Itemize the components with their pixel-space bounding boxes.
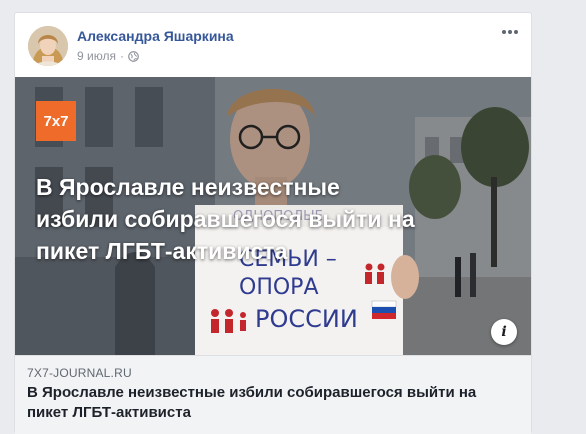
meta-separator: · <box>119 49 124 63</box>
globe-icon[interactable] <box>128 50 139 62</box>
site-logo: 7x7 <box>36 101 76 141</box>
post-image[interactable]: 7x7 ОДНОПОЛЫЕ СЕМЬИ – ОПОРА РОССИИ В Яро… <box>15 77 531 355</box>
sign-line-3: РОССИИ <box>255 305 358 333</box>
sign-line-2: ОПОРА <box>239 275 319 300</box>
avatar-image <box>28 26 68 66</box>
image-headline: В Ярославле неизвестные избили собиравше… <box>36 174 415 264</box>
link-title[interactable]: В Ярославле неизвестные избили собиравше… <box>27 383 517 423</box>
avatar[interactable] <box>28 26 68 66</box>
author-name[interactable]: Александра Яшаркина <box>77 28 234 44</box>
more-options-icon[interactable] <box>499 25 521 39</box>
post-card: Александра Яшаркина 9 июля · 7x7 ОДНОПОЛ… <box>14 12 532 434</box>
post-date[interactable]: 9 июля <box>77 49 116 63</box>
info-icon[interactable]: i <box>491 319 517 345</box>
link-domain: 7X7-JOURNAL.RU <box>27 366 132 380</box>
link-preview[interactable]: 7X7-JOURNAL.RU В Ярославле неизвестные и… <box>15 355 531 434</box>
post-meta: 9 июля · <box>77 49 139 63</box>
